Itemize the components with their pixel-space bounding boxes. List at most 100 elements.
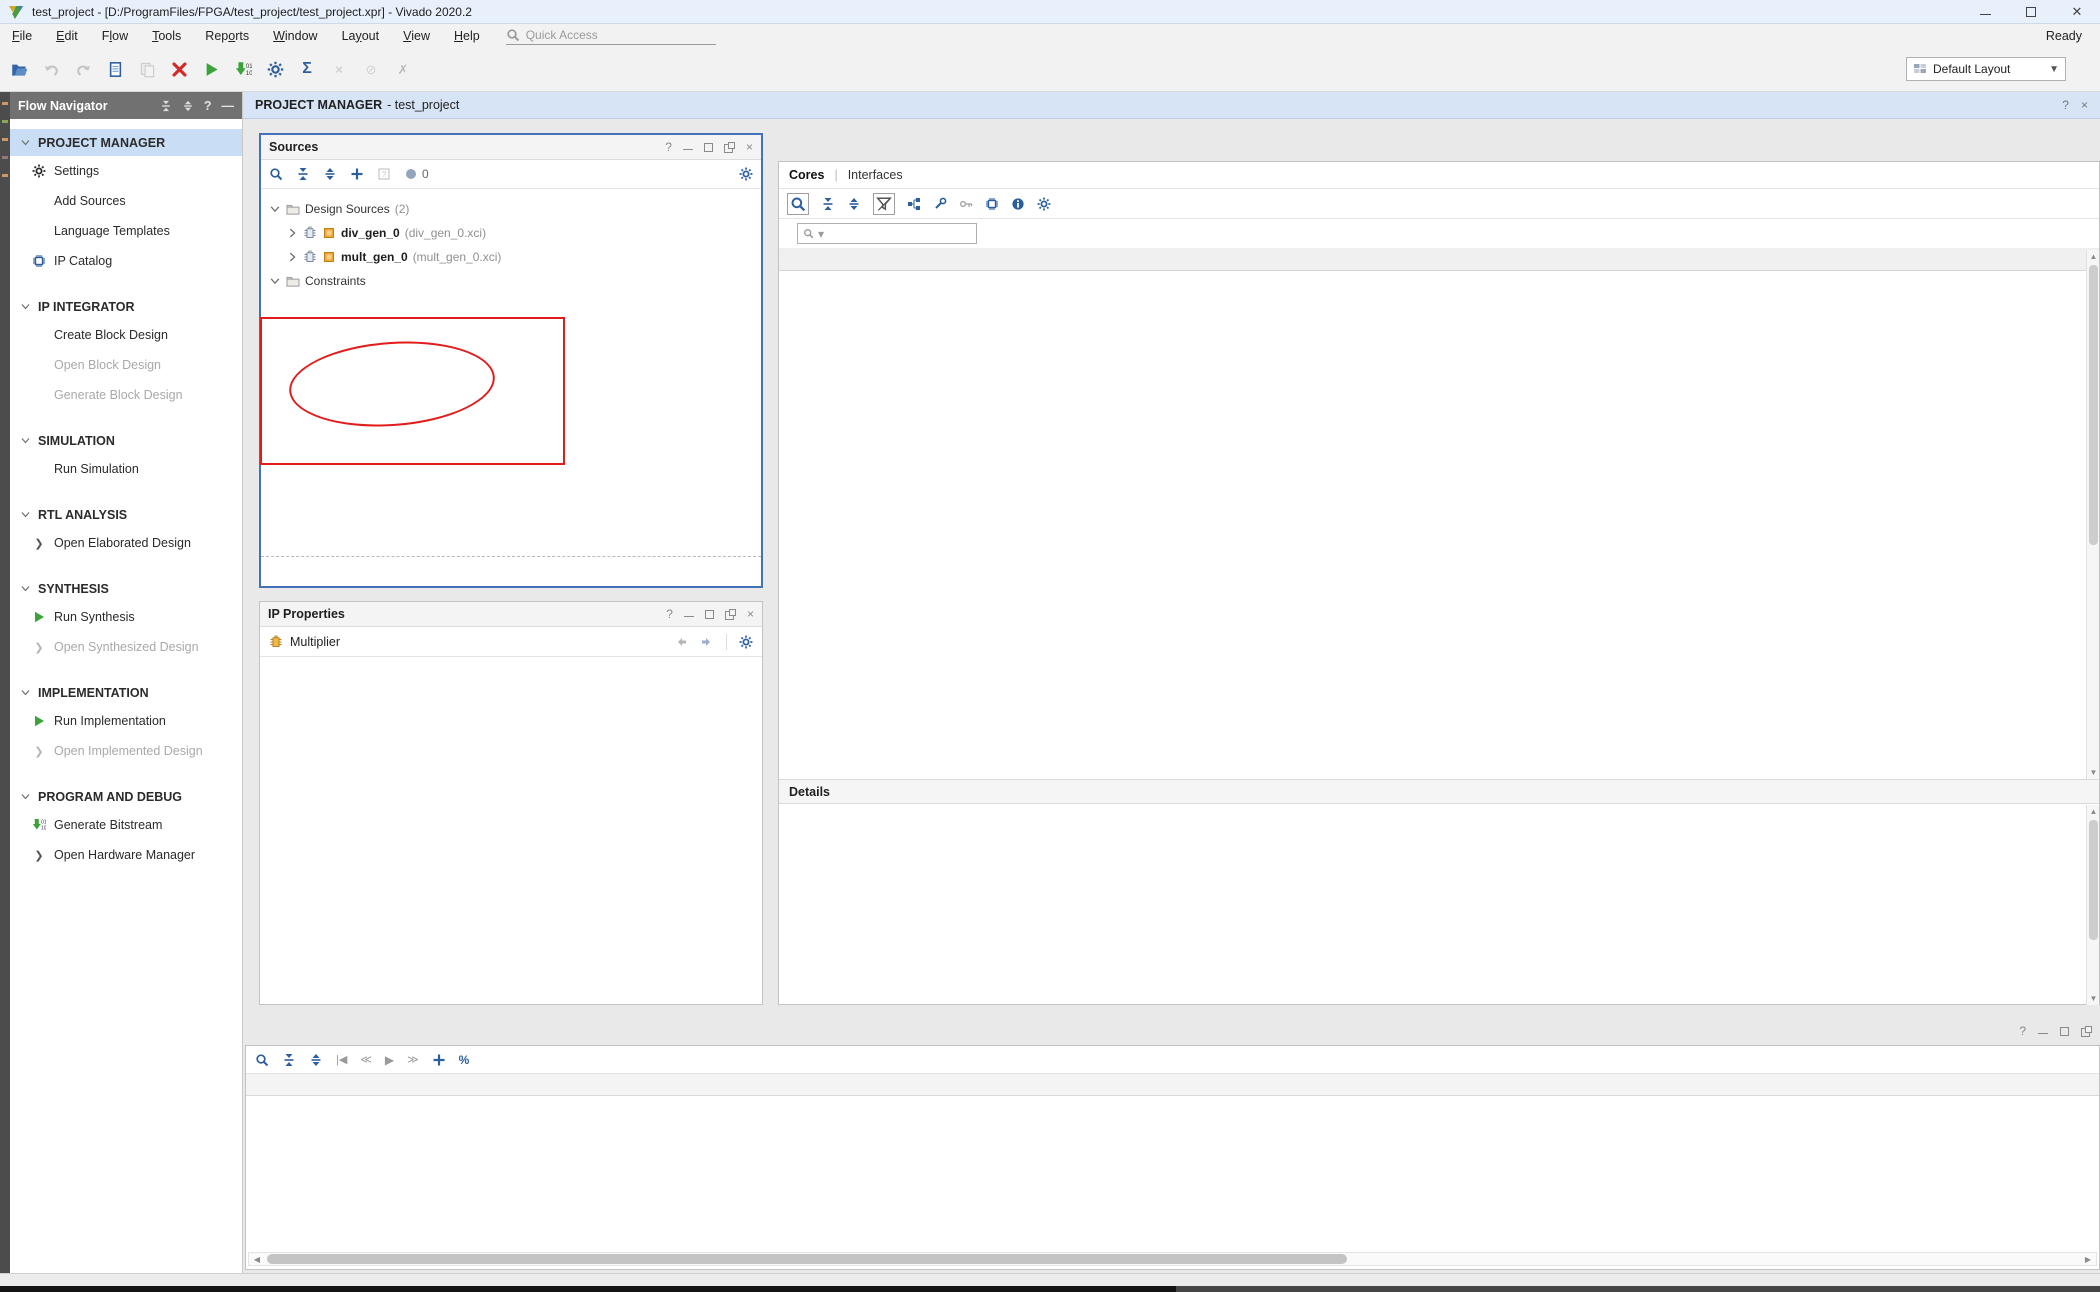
scroll-up-arrow[interactable]: ▲ (2087, 805, 2100, 818)
tree-item-mult-gen-0[interactable]: mult_gen_0(mult_gen_0.xci) (261, 245, 761, 269)
sidebar-item-settings[interactable]: Settings (10, 156, 242, 186)
catalog-vertical-scrollbar[interactable]: ▲ ▼ (2086, 250, 2099, 779)
minimize-icon[interactable] (683, 144, 693, 150)
menu-item-tools[interactable]: Tools (140, 26, 193, 46)
sidebar-section-synthesis[interactable]: SYNTHESIS (10, 575, 242, 602)
save-button[interactable] (102, 56, 128, 82)
delete-button[interactable] (166, 56, 192, 82)
menu-item-view[interactable]: View (391, 26, 442, 46)
sidebar-section-simulation[interactable]: SIMULATION (10, 427, 242, 454)
scroll-down-arrow[interactable]: ▼ (2087, 766, 2100, 779)
key-icon[interactable] (959, 197, 973, 211)
gear-icon[interactable] (739, 635, 753, 649)
ip-properties-title-bar[interactable]: IP Properties ? × (260, 602, 762, 627)
menu-item-window[interactable]: Window (261, 26, 329, 46)
copy-button[interactable] (134, 56, 160, 82)
menu-item-layout[interactable]: Layout (330, 26, 392, 46)
float-icon[interactable] (725, 609, 736, 620)
collapse-all-icon[interactable] (821, 197, 835, 211)
float-icon[interactable] (724, 142, 735, 153)
minimize-icon[interactable]: — (222, 99, 235, 113)
filter-icon[interactable] (873, 193, 895, 215)
horizontal-scrollbar[interactable]: ◀ ▶ (248, 1252, 2097, 1266)
sidebar-item-run-implementation[interactable]: Run Implementation (10, 706, 242, 736)
menu-item-flow[interactable]: Flow (90, 26, 140, 46)
minimize-icon[interactable] (684, 611, 694, 617)
tree-item-constraints[interactable]: Constraints (261, 269, 761, 293)
scroll-right-arrow[interactable]: ▶ (2080, 1255, 2096, 1264)
help-icon[interactable]: ? (2062, 98, 2069, 112)
skip-to-start-icon[interactable]: |◀ (336, 1053, 347, 1066)
sidebar-section-implementation[interactable]: IMPLEMENTATION (10, 679, 242, 706)
ip-hierarchy-icon[interactable] (907, 197, 921, 211)
layout-selector[interactable]: Default Layout ▼ (1906, 57, 2066, 81)
search-icon[interactable] (255, 1053, 269, 1067)
fast-forward-icon[interactable]: ≫ (407, 1053, 419, 1066)
generate-bitstream-button[interactable]: 0110 (230, 56, 256, 82)
maximize-icon[interactable] (704, 143, 713, 152)
window-close-button[interactable]: ✕ (2054, 0, 2100, 23)
expand-all-icon[interactable] (309, 1053, 323, 1067)
sidebar-section-program-and-debug[interactable]: PROGRAM AND DEBUG (10, 783, 242, 810)
chip-icon[interactable] (985, 197, 999, 211)
gear-icon[interactable] (739, 167, 753, 181)
menu-item-help[interactable]: Help (442, 26, 492, 46)
sidebar-item-generate-block-design[interactable]: Generate Block Design (10, 380, 242, 410)
gear-icon[interactable] (1037, 197, 1051, 211)
maximize-icon[interactable] (705, 610, 714, 619)
tree-item-design-sources[interactable]: Design Sources(2) (261, 197, 761, 221)
tab-cores[interactable]: Cores (789, 168, 824, 182)
open-project-button[interactable] (6, 56, 32, 82)
redo-button[interactable] (70, 56, 96, 82)
sidebar-item-create-block-design[interactable]: Create Block Design (10, 320, 242, 350)
collapse-all-icon[interactable] (296, 167, 310, 181)
search-input[interactable]: ▾ (797, 223, 977, 244)
search-icon[interactable] (787, 193, 809, 215)
close-icon[interactable]: × (2081, 98, 2088, 112)
help-icon[interactable]: ? (2019, 1024, 2026, 1038)
expand-all-icon[interactable] (323, 167, 337, 181)
collapse-all-icon[interactable] (282, 1053, 296, 1067)
sidebar-item-open-implemented-design[interactable]: ❯Open Implemented Design (10, 736, 242, 766)
maximize-icon[interactable] (2060, 1027, 2069, 1036)
sidebar-item-open-synthesized-design[interactable]: ❯Open Synthesized Design (10, 632, 242, 662)
sidebar-item-language-templates[interactable]: Language Templates (10, 216, 242, 246)
menu-item-edit[interactable]: Edit (44, 26, 90, 46)
step-back-icon[interactable]: ≪ (360, 1053, 372, 1066)
sidebar-item-ip-catalog[interactable]: IP Catalog (10, 246, 242, 276)
sidebar-item-open-elaborated-design[interactable]: ❯Open Elaborated Design (10, 528, 242, 558)
sidebar-section-project-manager[interactable]: PROJECT MANAGER (10, 129, 242, 156)
scroll-up-arrow[interactable]: ▲ (2087, 250, 2100, 263)
wrench-icon[interactable] (933, 197, 947, 211)
tree-item-div-gen-0[interactable]: div_gen_0(div_gen_0.xci) (261, 221, 761, 245)
sidebar-section-ip-integrator[interactable]: IP INTEGRATOR (10, 293, 242, 320)
float-icon[interactable] (2081, 1026, 2092, 1037)
window-minimize-button[interactable] (1962, 0, 2008, 23)
close-icon[interactable]: × (747, 607, 754, 621)
expand-all-icon[interactable] (847, 197, 861, 211)
sidebar-item-add-sources[interactable]: Add Sources (10, 186, 242, 216)
scrollbar-thumb[interactable] (267, 1254, 1347, 1264)
sidebar-item-run-synthesis[interactable]: Run Synthesis (10, 602, 242, 632)
scrollbar-thumb[interactable] (2089, 265, 2098, 545)
close-icon[interactable]: × (746, 140, 753, 154)
scrollbar-thumb[interactable] (2089, 820, 2098, 940)
search-icon[interactable] (269, 167, 283, 181)
sources-panel-title-bar[interactable]: Sources ? × (261, 135, 761, 160)
sidebar-item-generate-bitstream[interactable]: 0110Generate Bitstream (10, 810, 242, 840)
sidebar-section-rtl-analysis[interactable]: RTL ANALYSIS (10, 501, 242, 528)
details-vertical-scrollbar[interactable]: ▲ ▼ (2086, 805, 2099, 1005)
info-icon[interactable] (1011, 197, 1025, 211)
sidebar-item-open-hardware-manager[interactable]: ❯Open Hardware Manager (10, 840, 242, 870)
disabled-tool-button-3[interactable]: ✗ (390, 56, 416, 82)
help-icon[interactable]: ? (665, 140, 672, 154)
minimize-icon[interactable] (2038, 1028, 2048, 1034)
window-maximize-button[interactable] (2008, 0, 2054, 23)
help-icon[interactable]: ? (666, 607, 673, 621)
report-sum-button[interactable]: Σ (294, 56, 320, 82)
scroll-down-arrow[interactable]: ▼ (2087, 992, 2100, 1005)
collapse-all-icon[interactable] (160, 100, 172, 112)
expand-all-icon[interactable] (182, 100, 194, 112)
quick-access-search[interactable]: Quick Access (506, 26, 716, 45)
disabled-tool-button-2[interactable]: ⊘ (358, 56, 384, 82)
